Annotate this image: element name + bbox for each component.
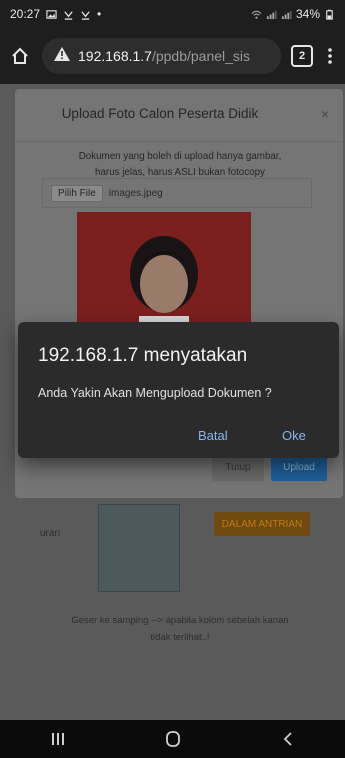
confirm-dialog: 192.168.1.7 menyatakan Anda Yakin Akan M… (18, 322, 339, 458)
background-row-label: uran (40, 528, 61, 539)
note-line-2: tidak terlihat..! (150, 632, 210, 643)
signal-icon-2 (281, 9, 292, 20)
system-nav-bar (0, 720, 345, 758)
more-menu-icon[interactable] (323, 44, 337, 68)
url-text: 192.168.1.7/ppdb/panel_sis (78, 48, 250, 64)
download-icon (63, 9, 74, 20)
recent-apps-icon[interactable] (43, 724, 73, 754)
modal-divider (15, 141, 343, 142)
background-document-thumbnail (98, 504, 180, 592)
home-icon[interactable] (8, 44, 32, 68)
download-icon-2 (80, 9, 91, 20)
close-icon[interactable]: × (321, 106, 329, 122)
background-note: Geser ke samping --> apabila kolom sebel… (50, 612, 310, 646)
ok-button[interactable]: Oke (282, 428, 306, 443)
choose-file-button[interactable]: Pilih File (51, 184, 103, 202)
warning-icon (54, 46, 70, 66)
wifi-icon (251, 9, 262, 20)
back-icon[interactable] (273, 724, 303, 754)
address-bar[interactable]: 192.168.1.7/ppdb/panel_sis (42, 38, 281, 74)
browser-toolbar: 192.168.1.7/ppdb/panel_sis 2 (0, 28, 345, 84)
gallery-icon (46, 9, 57, 20)
file-name: images.jpeg (108, 187, 163, 199)
status-time: 20:27 (10, 7, 41, 21)
description-line-1: Dokumen yang boleh di upload hanya gamba… (78, 151, 282, 162)
url-path: /ppdb/panel_sis (151, 48, 251, 64)
signal-icon (266, 9, 277, 20)
note-line-1: Geser ke samping --> apabila kolom sebel… (71, 615, 289, 626)
modal-description: Dokumen yang boleh di upload hanya gamba… (35, 149, 325, 181)
file-input[interactable]: Pilih File images.jpeg (42, 178, 312, 208)
dialog-message: Anda Yakin Akan Mengupload Dokumen ? (38, 386, 272, 400)
status-bar: 20:27 • 34% (0, 0, 345, 28)
notification-dot: • (97, 7, 102, 21)
dialog-title: 192.168.1.7 menyatakan (38, 345, 248, 366)
url-host: 192.168.1.7 (78, 48, 152, 64)
status-badge: DALAM ANTRIAN (214, 512, 310, 536)
tab-switcher-button[interactable]: 2 (291, 45, 313, 67)
battery-icon (324, 9, 335, 20)
photo-preview (77, 212, 251, 332)
modal-title: Upload Foto Calon Peserta Didik (61, 106, 259, 121)
battery-level: 34% (295, 7, 320, 21)
home-button-icon[interactable] (158, 724, 188, 754)
cancel-button[interactable]: Batal (198, 428, 228, 443)
